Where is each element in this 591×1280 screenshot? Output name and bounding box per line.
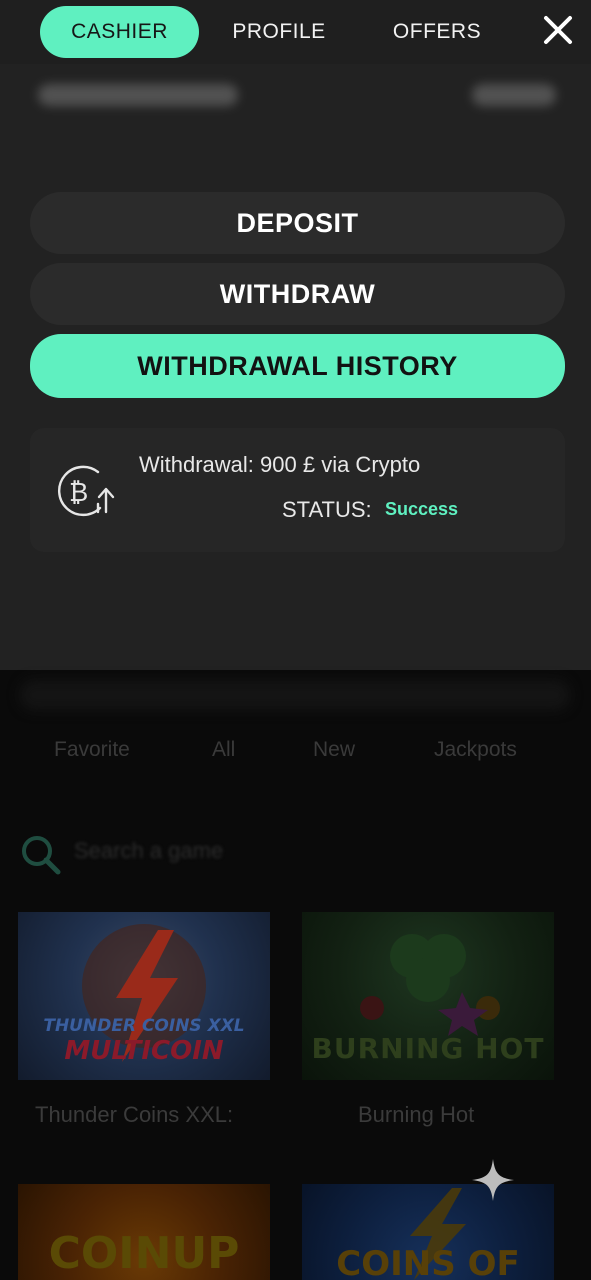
close-button[interactable] (538, 10, 578, 50)
blurred-account-id (38, 84, 238, 106)
deposit-button[interactable]: DEPOSIT (30, 192, 565, 254)
bitcoin-withdraw-icon: ₿ (54, 462, 118, 520)
top-nav: CASHIER PROFILE OFFERS (0, 0, 591, 64)
category-jackpots[interactable]: Jackpots (434, 738, 517, 762)
category-favorite[interactable]: Favorite (54, 738, 130, 762)
game-lobby-background: Favorite All New Jackpots Search a game … (0, 670, 591, 1280)
withdrawal-history-item: ₿ Withdrawal: 900 £ via Crypto STATUS: S… (30, 428, 565, 552)
account-info-blurred (0, 80, 591, 110)
game-tile-coins-of[interactable]: COINS OF (302, 1184, 554, 1280)
game-art-title: COINS OF (336, 1244, 520, 1280)
cashier-panel: CASHIER PROFILE OFFERS DEPOSIT WITHDRAW … (0, 0, 591, 670)
tab-cashier[interactable]: CASHIER (40, 6, 199, 58)
game-tile-coinup[interactable]: COINUP (18, 1184, 270, 1280)
status-badge: Success (385, 499, 459, 519)
status-label: STATUS: (282, 497, 372, 522)
game-art-title: COINUP (48, 1228, 240, 1279)
search-input[interactable]: Search a game (74, 838, 223, 864)
sparkle-icon[interactable] (470, 1157, 516, 1203)
game-title-burning-hot: Burning Hot (358, 1102, 475, 1127)
blurred-balance (472, 84, 556, 106)
game-tile-burning-hot[interactable]: BURNING HOT (302, 912, 554, 1080)
game-art-subtitle: MULTICOIN (64, 1036, 224, 1066)
game-art-title: THUNDER COINS XXL (43, 1016, 245, 1036)
lobby-header-blurred (20, 680, 570, 710)
svg-text:₿: ₿ (69, 478, 88, 508)
close-icon (544, 16, 572, 44)
game-tile-thunder-coins[interactable]: THUNDER COINS XXL MULTICOIN (18, 912, 270, 1080)
search-icon[interactable] (18, 832, 64, 878)
category-all[interactable]: All (212, 738, 235, 762)
withdraw-button[interactable]: WITHDRAW (30, 263, 565, 325)
game-title-thunder-coins: Thunder Coins XXL: (35, 1102, 234, 1127)
tab-offers[interactable]: OFFERS (378, 6, 496, 58)
category-new[interactable]: New (313, 738, 355, 762)
game-art-title: BURNING HOT (311, 1032, 545, 1065)
withdrawal-description: Withdrawal: 900 £ via Crypto (139, 452, 421, 477)
tab-profile[interactable]: PROFILE (218, 6, 340, 58)
withdrawal-history-button[interactable]: WITHDRAWAL HISTORY (30, 334, 565, 398)
